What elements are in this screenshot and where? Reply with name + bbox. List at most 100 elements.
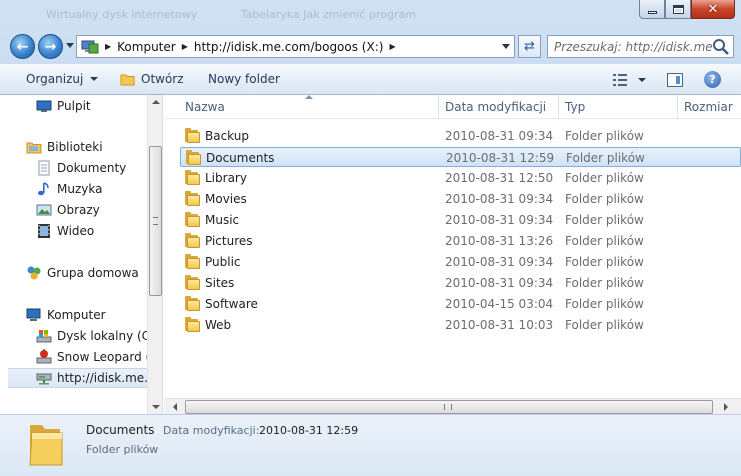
date-modified-label: Data modyfikacji: <box>163 424 260 437</box>
nav-item-computer[interactable]: Komputer <box>26 305 106 325</box>
background-window-titles: Wirtualny dysk internetowy Tabelaryka Ja… <box>46 8 456 21</box>
nav-item-music[interactable]: Muzyka <box>36 179 102 199</box>
horizontal-scrollbar[interactable] <box>164 398 741 415</box>
help-icon[interactable]: ? <box>704 71 721 88</box>
file-row[interactable]: Library 2010-08-31 12:50 Folder plików <box>180 168 741 188</box>
search-icon[interactable] <box>712 38 730 56</box>
file-type: Folder plików <box>565 171 644 185</box>
nav-item-label: Komputer <box>47 308 106 322</box>
recent-pages-dropdown[interactable] <box>66 43 74 48</box>
file-row-selected[interactable]: Documents 2010-08-31 12:59 Folder plików <box>180 147 741 167</box>
nav-item-local-disk[interactable]: Dysk lokalny (C:) <box>36 326 159 346</box>
address-row: ← → ▶ Komputer ▶ http://idisk.me.com/bog… <box>0 30 741 62</box>
new-folder-label: Nowy folder <box>208 72 280 86</box>
column-divider[interactable] <box>558 95 559 119</box>
forward-button[interactable]: → <box>38 34 63 59</box>
nav-item-desktop[interactable]: Pulpit <box>36 96 91 116</box>
nav-pane-scrollbar[interactable] <box>147 95 162 414</box>
organize-button[interactable]: Organizuj <box>26 72 99 86</box>
column-header-type[interactable]: Typ <box>565 100 585 114</box>
sort-ascending-icon <box>305 95 313 99</box>
column-divider[interactable] <box>677 95 678 119</box>
file-date: 2010-08-31 09:34 <box>445 276 554 290</box>
file-type: Folder plików <box>565 234 644 248</box>
scroll-down-icon[interactable] <box>152 405 160 409</box>
documents-icon <box>36 160 52 176</box>
main-content: Pulpit Biblioteki Dokumenty Muzyka Obraz… <box>0 95 741 415</box>
file-row[interactable]: Public 2010-08-31 09:34 Folder plików <box>180 252 741 272</box>
file-row[interactable]: Backup 2010-08-31 09:34 Folder plików <box>180 126 741 146</box>
folder-icon <box>185 317 201 332</box>
homegroup-icon <box>26 265 42 281</box>
file-row[interactable]: Pictures 2010-08-31 13:26 Folder plików <box>180 231 741 251</box>
address-bar[interactable]: ▶ Komputer ▶ http://idisk.me.com/bogoos … <box>76 35 515 58</box>
scrollbar-thumb[interactable] <box>149 146 162 296</box>
file-date: 2010-08-31 09:34 <box>445 129 554 143</box>
scroll-up-icon[interactable] <box>152 100 160 104</box>
breadcrumb-separator-icon[interactable]: ▶ <box>389 42 395 51</box>
maximize-icon <box>672 4 684 14</box>
column-header-date[interactable]: Data modyfikacji <box>445 100 546 114</box>
file-row[interactable]: Movies 2010-08-31 09:34 Folder plików <box>180 189 741 209</box>
open-button[interactable]: Otwórz <box>120 72 184 86</box>
nav-item-snow-leopard[interactable]: Snow Leopard (D <box>36 347 159 367</box>
refresh-button[interactable]: ⇄ <box>518 35 541 58</box>
video-icon <box>36 223 52 239</box>
file-name: Pictures <box>205 234 253 248</box>
file-list: Nazwa Data modyfikacji Typ Rozmiar Backu… <box>164 95 741 414</box>
file-row[interactable]: Software 2010-04-15 03:04 Folder plików <box>180 294 741 314</box>
back-button[interactable]: ← <box>10 34 35 59</box>
file-date: 2010-08-31 12:50 <box>445 171 554 185</box>
column-divider[interactable] <box>438 95 439 119</box>
scroll-right-icon[interactable] <box>724 403 728 411</box>
caption-buttons: ✕ <box>639 0 735 19</box>
maximize-button[interactable] <box>665 0 691 19</box>
folder-icon <box>185 254 201 269</box>
explorer-window: Wirtualny dysk internetowy Tabelaryka Ja… <box>0 0 741 476</box>
close-button[interactable]: ✕ <box>691 0 735 19</box>
pictures-icon <box>36 202 52 218</box>
breadcrumb-computer[interactable]: Komputer <box>117 40 176 54</box>
arrow-right-icon: → <box>44 38 57 55</box>
folder-icon <box>185 212 201 227</box>
scroll-left-icon[interactable] <box>173 403 177 411</box>
preview-pane-icon[interactable] <box>667 73 683 87</box>
nav-item-label: Muzyka <box>57 182 103 196</box>
breadcrumb-separator-icon[interactable]: ▶ <box>182 42 188 51</box>
file-name: Web <box>205 318 232 332</box>
organize-label: Organizuj <box>26 72 84 86</box>
file-row[interactable]: Sites 2010-08-31 09:34 Folder plików <box>180 273 741 293</box>
nav-item-network-drive[interactable]: http://idisk.me.c <box>8 368 155 388</box>
folder-icon <box>185 128 201 143</box>
open-label: Otwórz <box>141 72 184 86</box>
file-type: Folder plików <box>565 192 644 206</box>
navigation-pane: Pulpit Biblioteki Dokumenty Muzyka Obraz… <box>0 95 163 414</box>
nav-item-homegroup[interactable]: Grupa domowa <box>26 263 139 283</box>
column-header-name[interactable]: Nazwa <box>185 100 225 114</box>
nav-item-documents[interactable]: Dokumenty <box>36 158 126 178</box>
scrollbar-thumb[interactable] <box>185 400 713 414</box>
search-box[interactable]: Przeszukaj: http://idisk.me.com... <box>547 35 734 58</box>
search-input[interactable]: Przeszukaj: http://idisk.me.com... <box>548 40 712 54</box>
file-row[interactable]: Web 2010-08-31 10:03 Folder plików <box>180 315 741 335</box>
column-header-size[interactable]: Rozmiar <box>684 100 733 114</box>
title-bar: Wirtualny dysk internetowy Tabelaryka Ja… <box>0 0 741 28</box>
nav-item-libraries[interactable]: Biblioteki <box>26 137 103 157</box>
breadcrumb-separator-icon[interactable]: ▶ <box>105 42 111 51</box>
nav-item-pictures[interactable]: Obrazy <box>36 200 100 220</box>
change-view-button[interactable] <box>613 74 646 86</box>
address-dropdown-icon[interactable] <box>502 44 510 49</box>
breadcrumb-drive[interactable]: http://idisk.me.com/bogoos (X:) <box>194 40 384 54</box>
file-date: 2010-04-15 03:04 <box>445 297 554 311</box>
file-name: Music <box>205 213 240 227</box>
file-row[interactable]: Music 2010-08-31 09:34 Folder plików <box>180 210 741 230</box>
nav-item-label: Grupa domowa <box>47 266 139 280</box>
file-name: Movies <box>205 192 247 206</box>
nav-item-label: Obrazy <box>57 203 100 217</box>
new-folder-button[interactable]: Nowy folder <box>208 72 280 86</box>
nav-item-label: Dysk lokalny (C:) <box>57 329 159 343</box>
file-type: Folder plików <box>565 213 644 227</box>
file-name: Sites <box>205 276 235 290</box>
minimize-button[interactable] <box>639 0 665 19</box>
nav-item-video[interactable]: Wideo <box>36 221 94 241</box>
